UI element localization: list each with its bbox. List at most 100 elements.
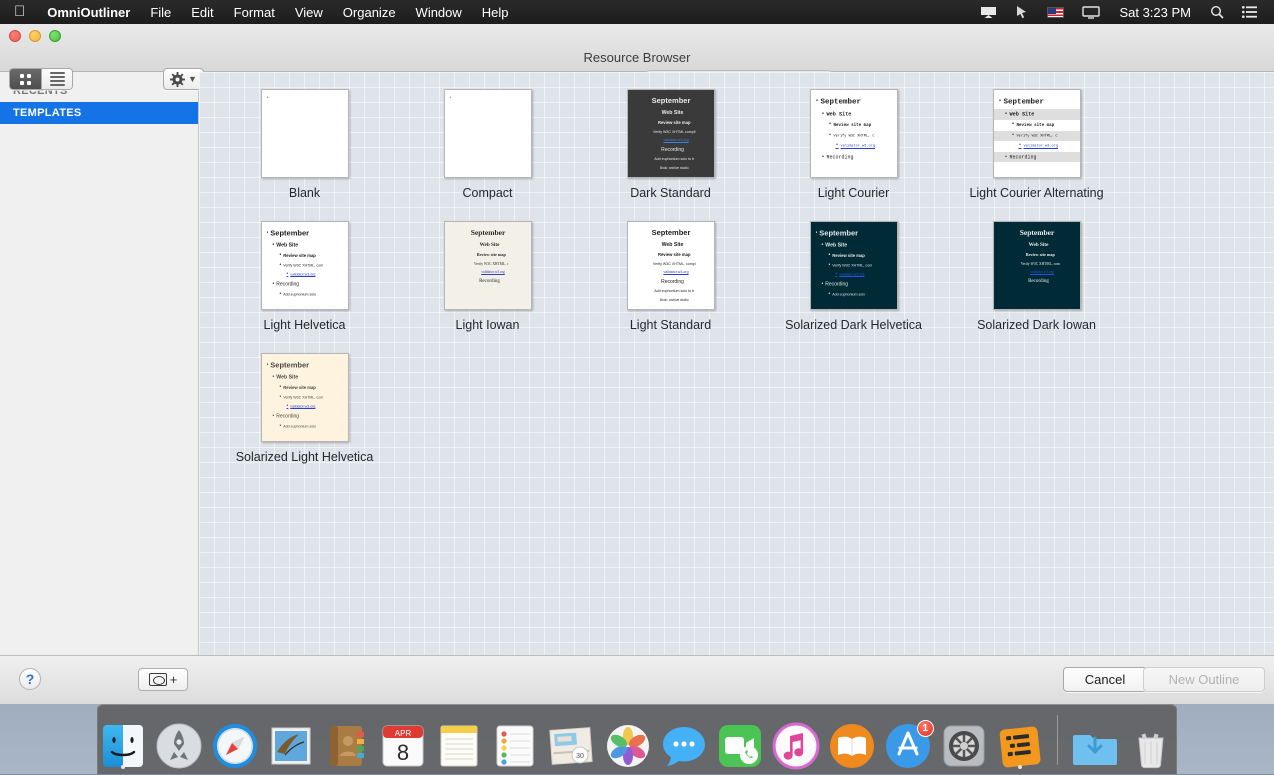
dock-item-launchpad[interactable] <box>154 708 204 770</box>
template-thumbnail-wrapper[interactable]: •September•Web Site•Review site map•Veri… <box>991 86 1083 178</box>
screen-mirroring-icon[interactable] <box>1073 6 1109 19</box>
thumbnail-text-line: •Review site map <box>999 120 1076 131</box>
template-item[interactable]: SeptemberWeb SiteReview site mapVerify W… <box>945 218 1128 334</box>
template-item[interactable]: SeptemberWeb SiteReview site mapVerify W… <box>396 218 579 334</box>
dock-item-maps[interactable]: 30 <box>546 708 596 770</box>
template-thumbnail[interactable]: • <box>444 89 532 178</box>
dock-item-app-store[interactable]: 1 <box>883 708 933 770</box>
thumbnail-text-line: •Add euphonium solo <box>267 422 344 431</box>
menu-bar-clock[interactable]: Sat 3:23 PM <box>1109 5 1201 20</box>
action-menu-button[interactable]: ▼ <box>163 68 204 90</box>
help-button[interactable]: ? <box>19 668 41 690</box>
dock-item-mail[interactable] <box>266 708 316 770</box>
dock-item-itunes[interactable] <box>771 708 821 770</box>
template-item[interactable]: •September•Web Site•Review site map•Veri… <box>213 218 396 334</box>
thumbnail-text-line: •Recording <box>816 152 893 163</box>
dock-item-ibooks[interactable] <box>827 708 877 770</box>
dock-item-messages[interactable] <box>659 708 709 770</box>
spotlight-search-icon[interactable] <box>1201 5 1233 19</box>
template-thumbnail-wrapper[interactable]: •September•Web Site•Review site map•Veri… <box>259 350 351 442</box>
menu-item-file[interactable]: File <box>140 5 181 20</box>
dock-item-reminders[interactable] <box>490 708 540 770</box>
bullet-icon: • <box>273 242 275 248</box>
template-thumbnail-wrapper[interactable]: • <box>259 86 351 178</box>
dock-item-calendar[interactable]: APR8 <box>378 708 428 770</box>
dock-item-omnioutliner[interactable] <box>995 708 1045 770</box>
app-running-indicator <box>1018 765 1022 769</box>
dock-item-downloads-folder[interactable] <box>1070 708 1120 770</box>
template-thumbnail-wrapper[interactable]: SeptemberWeb SiteReview site mapVerify W… <box>991 218 1083 310</box>
thumbnail-text-line: Recording <box>633 277 710 287</box>
template-item[interactable]: SeptemberWeb SiteReview site mapVerify W… <box>579 218 762 334</box>
dock-item-trash[interactable] <box>1126 708 1176 770</box>
dock-item-notes[interactable] <box>434 708 484 770</box>
menu-item-window[interactable]: Window <box>406 5 472 20</box>
template-thumbnail[interactable]: •September•Web Site•Review site map•Veri… <box>261 221 349 310</box>
minimize-button[interactable] <box>29 30 41 42</box>
zoom-button[interactable] <box>49 30 61 42</box>
airplay-display-icon[interactable] <box>971 6 1006 19</box>
thumbnail-text-line: September <box>633 227 710 240</box>
template-item[interactable]: •September•Web Site•Review site map•Veri… <box>213 350 396 466</box>
template-thumbnail[interactable]: •September•Web Site•Review site map•Veri… <box>810 89 898 178</box>
template-thumbnail[interactable]: SeptemberWeb SiteReview site mapVerify W… <box>627 89 715 178</box>
bullet-icon: • <box>822 111 825 117</box>
template-thumbnail-wrapper[interactable]: • <box>442 86 534 178</box>
template-item[interactable]: •September•Web Site•Review site map•Veri… <box>762 86 945 202</box>
add-template-button[interactable]: + <box>138 668 188 691</box>
template-thumbnail[interactable]: • <box>261 89 349 178</box>
template-thumbnail[interactable]: •September•Web Site•Review site map•Veri… <box>993 89 1081 178</box>
mail-icon <box>267 722 315 770</box>
new-outline-button[interactable]: New Outline <box>1143 667 1265 692</box>
menu-item-view[interactable]: View <box>285 5 333 20</box>
template-item[interactable]: •Compact <box>396 86 579 202</box>
template-item[interactable]: SeptemberWeb SiteReview site mapVerify W… <box>579 86 762 202</box>
window-title: Resource Browser <box>0 50 1274 65</box>
bullet-icon: • <box>1012 121 1015 127</box>
template-thumbnail-wrapper[interactable]: SeptemberWeb SiteReview site mapVerify W… <box>625 218 717 310</box>
template-item[interactable]: •September•Web Site•Review site map•Veri… <box>762 218 945 334</box>
dock-item-photos[interactable] <box>602 708 652 770</box>
dock-item-contacts[interactable] <box>322 708 372 770</box>
thumbnail-text-line: Review site map <box>633 118 710 127</box>
template-item[interactable]: •September•Web Site•Review site map•Veri… <box>945 86 1128 202</box>
cursor-pointer-icon[interactable] <box>1006 5 1038 19</box>
maps-icon: 30 <box>547 722 595 770</box>
menu-item-format[interactable]: Format <box>224 5 285 20</box>
template-name-label: Solarized Dark Iowan <box>977 317 1096 334</box>
template-item[interactable]: •Blank <box>213 86 396 202</box>
menu-item-omnioutliner[interactable]: OmniOutliner <box>37 5 140 20</box>
menu-item-help[interactable]: Help <box>472 5 519 20</box>
menu-item-edit[interactable]: Edit <box>181 5 223 20</box>
dock-item-safari[interactable] <box>210 708 260 770</box>
template-thumbnail-wrapper[interactable]: SeptemberWeb SiteReview site mapVerify W… <box>625 86 717 178</box>
notification-center-icon[interactable] <box>1233 6 1266 18</box>
template-thumbnail[interactable]: SeptemberWeb SiteReview site mapVerify W… <box>444 221 532 310</box>
dock-item-facetime[interactable] <box>715 708 765 770</box>
list-view-button[interactable] <box>41 69 72 89</box>
template-thumbnail[interactable]: •September•Web Site•Review site map•Veri… <box>261 353 349 442</box>
bullet-icon: • <box>280 394 282 400</box>
facetime-icon <box>716 722 764 770</box>
dock-item-finder[interactable] <box>98 708 148 770</box>
cancel-button[interactable]: Cancel <box>1063 667 1147 692</box>
thumbnail-text-line: •validator.w3.org <box>999 141 1076 151</box>
menu-item-organize[interactable]: Organize <box>333 5 406 20</box>
grid-view-button[interactable] <box>10 69 41 89</box>
us-flag-icon[interactable] <box>1038 7 1073 18</box>
template-thumbnail-wrapper[interactable]: •September•Web Site•Review site map•Veri… <box>808 86 900 178</box>
template-thumbnail-wrapper[interactable]: •September•Web Site•Review site map•Veri… <box>808 218 900 310</box>
template-thumbnail-wrapper[interactable]: •September•Web Site•Review site map•Veri… <box>259 218 351 310</box>
sidebar-item-templates[interactable]: TEMPLATES <box>0 102 198 124</box>
thumbnail-text-line: Web Site <box>633 240 710 250</box>
thumbnail-text-line: validator.w3.org <box>450 268 527 277</box>
dock-item-system-preferences[interactable] <box>939 708 989 770</box>
close-button[interactable] <box>9 30 21 42</box>
template-thumbnail-wrapper[interactable]: SeptemberWeb SiteReview site mapVerify W… <box>442 218 534 310</box>
template-name-label: Light Helvetica <box>264 317 346 334</box>
template-thumbnail[interactable]: SeptemberWeb SiteReview site mapVerify W… <box>627 221 715 310</box>
template-thumbnail[interactable]: SeptemberWeb SiteReview site mapVerify W… <box>993 221 1081 310</box>
messages-icon <box>660 722 708 770</box>
template-thumbnail[interactable]: •September•Web Site•Review site map•Veri… <box>810 221 898 310</box>
apple-logo-icon[interactable]:  <box>0 4 37 19</box>
